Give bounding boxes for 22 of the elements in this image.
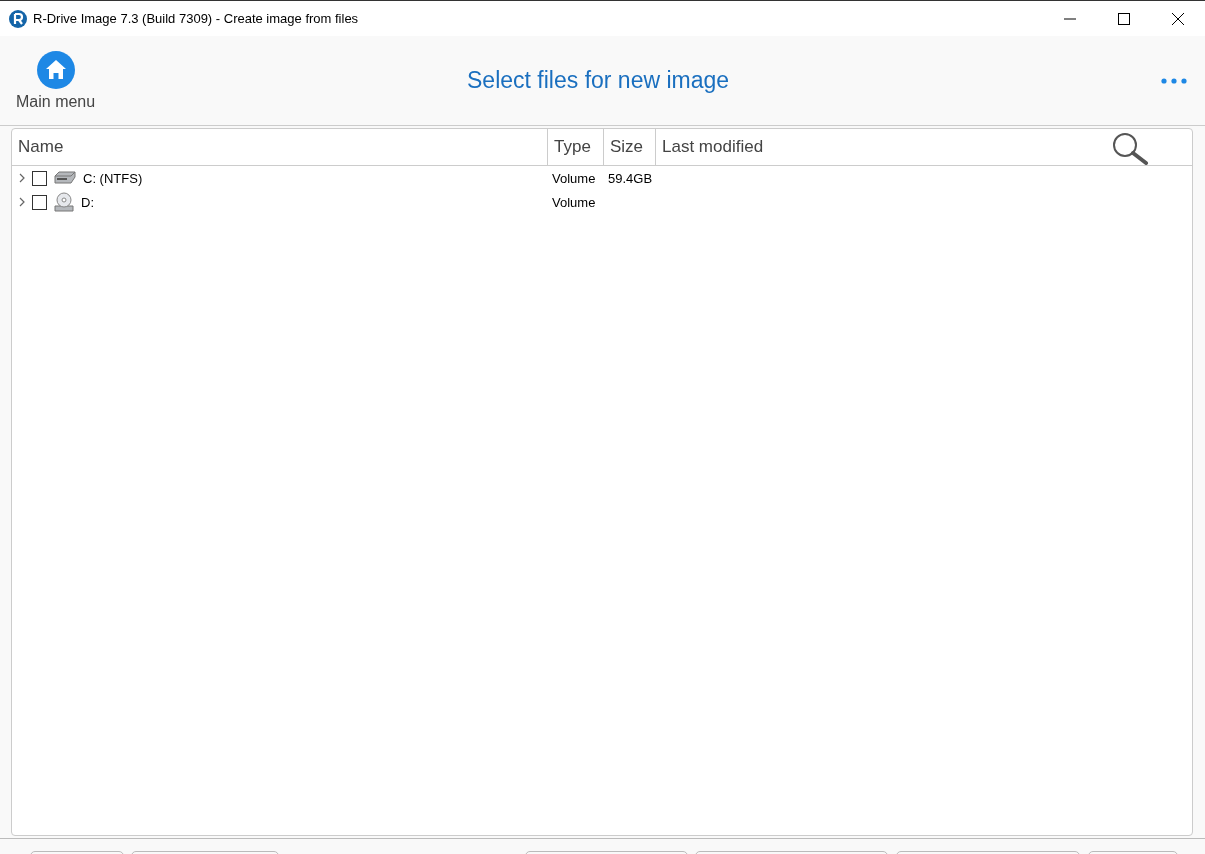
checkbox[interactable]: [32, 194, 47, 210]
table-cell-text: Volume: [551, 170, 597, 186]
column-header[interactable]: Name: [12, 129, 548, 165]
table-cell-text: 59.4GB: [607, 170, 654, 186]
search-icon[interactable]: [1110, 131, 1150, 165]
drive-name[interactable]: D:: [81, 194, 94, 210]
page-heading: Select files for new image: [466, 67, 731, 94]
more-options-icon[interactable]: [1161, 77, 1187, 84]
column-header[interactable]: Type: [548, 129, 604, 165]
hard-drive-icon: [53, 171, 77, 185]
app-logo-icon: [9, 9, 27, 28]
home-icon: [36, 50, 75, 89]
window-title: R-Drive Image 7.3 (Build 7309) - Create image from files: [33, 11, 360, 26]
drive-name[interactable]: C: (NTFS): [83, 170, 143, 186]
checkbox[interactable]: [32, 170, 47, 186]
column-header[interactable]: Last modified: [656, 129, 1192, 165]
close-icon: [1172, 12, 1184, 25]
column-header[interactable]: Size: [604, 129, 656, 165]
maximize-icon: [1118, 12, 1130, 25]
main-menu-button[interactable]: Main menu: [16, 50, 96, 111]
table-cell-text: Volume: [551, 194, 597, 210]
optical-drive-icon: [53, 192, 75, 212]
